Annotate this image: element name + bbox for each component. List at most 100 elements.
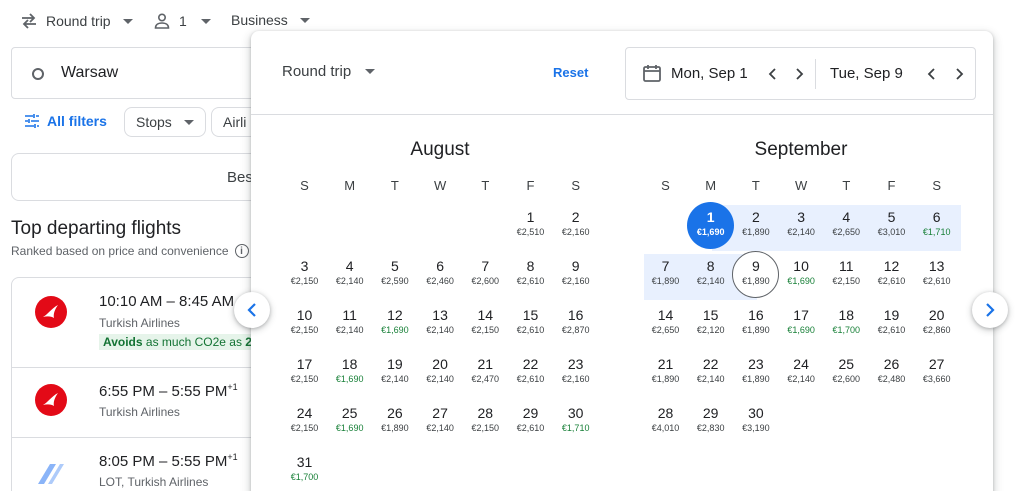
calendar-day[interactable]: 9 €1,890 (732, 250, 780, 298)
trip-type-select[interactable]: Round trip (20, 12, 133, 30)
day-number: 27 (928, 356, 945, 372)
calendar-day[interactable]: 30 €3,190 (733, 397, 778, 445)
calendar-day[interactable]: 5 €3,010 (869, 201, 914, 249)
day-price: €2,870 (561, 325, 590, 335)
calendar-day[interactable]: 8 €2,610 (508, 250, 553, 298)
day-number: 16 (748, 307, 764, 323)
day-price: €2,610 (877, 325, 906, 335)
weekday-label: T (842, 178, 851, 193)
calendar-day[interactable]: 23 €1,890 (733, 348, 778, 396)
calendar-next-button[interactable] (972, 292, 1008, 328)
departure-date[interactable]: Mon, Sep 1 (671, 65, 748, 82)
day-price: €1,890 (651, 276, 680, 286)
calendar-day[interactable]: 26 €2,480 (869, 348, 914, 396)
day-price: €1,690 (696, 227, 725, 237)
calendar-day[interactable]: 16 €1,890 (733, 299, 778, 347)
calendar-day[interactable]: 22 €2,610 (508, 348, 553, 396)
day-number: 20 (928, 307, 945, 323)
departure-prev-button[interactable] (764, 65, 782, 83)
calendar-day[interactable]: 28 €4,010 (643, 397, 688, 445)
day-number: 8 (526, 258, 535, 274)
calendar-day[interactable]: 21 €2,470 (463, 348, 508, 396)
weekday-label: W (794, 178, 808, 193)
return-date[interactable]: Tue, Sep 9 (830, 65, 903, 82)
calendar-day[interactable]: 19 €2,610 (869, 299, 914, 347)
return-prev-button[interactable] (923, 65, 941, 83)
calendar-day[interactable]: 18 €1,700 (824, 299, 869, 347)
calendar-day[interactable]: 29 €2,830 (688, 397, 733, 445)
calendar-day[interactable]: 17 €1,690 (779, 299, 824, 347)
calendar-day[interactable]: 11 €2,150 (824, 250, 869, 298)
co2-badge: Avoids as much CO2e as 25 (99, 334, 263, 350)
calendar-day[interactable]: 23 €2,160 (553, 348, 598, 396)
calendar-day[interactable]: 14 €2,150 (463, 299, 508, 347)
calendar-day[interactable]: 3 €2,150 (282, 250, 327, 298)
day-number: 11 (839, 258, 854, 274)
calendar-day[interactable]: 19 €2,140 (372, 348, 417, 396)
calendar-day[interactable]: 9 €2,160 (553, 250, 598, 298)
calendar-day[interactable]: 1 €2,510 (508, 201, 553, 249)
flight-row[interactable]: 8:05 PM – 5:55 PM+1 LOT, Turkish Airline… (12, 438, 270, 491)
all-filters-button[interactable]: All filters (24, 113, 107, 129)
day-number: 28 (657, 405, 674, 421)
flight-row[interactable]: 10:10 AM – 8:45 AM Turkish Airlines Avoi… (12, 278, 270, 368)
reset-button[interactable]: Reset (553, 65, 588, 80)
calendar-day[interactable]: 7 €2,600 (463, 250, 508, 298)
day-price: €2,140 (696, 276, 725, 286)
calendar-day[interactable]: 2 €1,890 (733, 201, 778, 249)
calendar-day[interactable]: 2 €2,160 (553, 201, 598, 249)
sort-tabs[interactable]: Bes (11, 153, 271, 201)
calendar-day[interactable]: 1 €1,690 (687, 201, 735, 249)
calendar-prev-button[interactable] (234, 292, 270, 328)
calendar-day[interactable]: 25 €2,600 (824, 348, 869, 396)
calendar-day[interactable]: 15 €2,120 (688, 299, 733, 347)
day-number: 13 (928, 258, 945, 274)
return-next-button[interactable] (950, 65, 968, 83)
calendar-day[interactable]: 6 €1,710 (914, 201, 959, 249)
calendar-day[interactable]: 8 €2,140 (688, 250, 733, 298)
departure-next-button[interactable] (790, 65, 808, 83)
calendar-day[interactable]: 13 €2,140 (418, 299, 463, 347)
calendar-day[interactable]: 26 €1,890 (372, 397, 417, 445)
calendar-day[interactable]: 28 €2,150 (463, 397, 508, 445)
calendar-day[interactable]: 12 €1,690 (372, 299, 417, 347)
calendar-day[interactable]: 20 €2,860 (914, 299, 959, 347)
cabin-select[interactable]: Business (231, 12, 310, 28)
calendar-day[interactable]: 24 €2,140 (779, 348, 824, 396)
calendar-day[interactable]: 25 €1,690 (327, 397, 372, 445)
calendar-day[interactable]: 17 €2,150 (282, 348, 327, 396)
calendar-day[interactable]: 4 €2,650 (824, 201, 869, 249)
calendar-day[interactable]: 4 €2,140 (327, 250, 372, 298)
stops-filter[interactable]: Stops (124, 107, 206, 137)
calendar-day[interactable]: 7 €1,890 (643, 250, 688, 298)
calendar-day[interactable]: 18 €1,690 (327, 348, 372, 396)
caret-down-icon (183, 119, 194, 125)
calendar-day[interactable]: 29 €2,610 (508, 397, 553, 445)
flight-row[interactable]: 6:55 PM – 5:55 PM+1 Turkish Airlines (12, 368, 270, 438)
info-icon[interactable]: i (234, 244, 249, 258)
calendar-day[interactable]: 6 €2,460 (418, 250, 463, 298)
calendar-day[interactable]: 12 €2,610 (869, 250, 914, 298)
calendar-day[interactable]: 27 €2,140 (418, 397, 463, 445)
calendar-day[interactable]: 13 €2,610 (914, 250, 959, 298)
calendar-day[interactable]: 10 €1,690 (779, 250, 824, 298)
calendar-day[interactable]: 11 €2,140 (327, 299, 372, 347)
calendar-day[interactable]: 30 €1,710 (553, 397, 598, 445)
day-price: €2,140 (787, 374, 815, 384)
calendar-day[interactable]: 27 €3,660 (914, 348, 959, 396)
origin-input[interactable]: Warsaw (11, 47, 271, 99)
calendar-day[interactable]: 21 €1,890 (643, 348, 688, 396)
calendar-day[interactable]: 15 €2,610 (508, 299, 553, 347)
calendar-day[interactable]: 20 €2,140 (418, 348, 463, 396)
calendar-day[interactable]: 3 €2,140 (779, 201, 824, 249)
calendar-day[interactable]: 24 €2,150 (282, 397, 327, 445)
calendar-day[interactable]: 10 €2,150 (282, 299, 327, 347)
calendar-day[interactable]: 14 €2,650 (643, 299, 688, 347)
day-price: €2,140 (426, 325, 454, 335)
calendar-day[interactable]: 16 €2,870 (553, 299, 598, 347)
calendar-day[interactable]: 31 €1,700 (282, 446, 327, 491)
calendar-day[interactable]: 5 €2,590 (372, 250, 417, 298)
passengers-select[interactable]: 1 (153, 12, 211, 30)
picker-trip-type-select[interactable]: Round trip (282, 63, 376, 80)
calendar-day[interactable]: 22 €2,140 (688, 348, 733, 396)
